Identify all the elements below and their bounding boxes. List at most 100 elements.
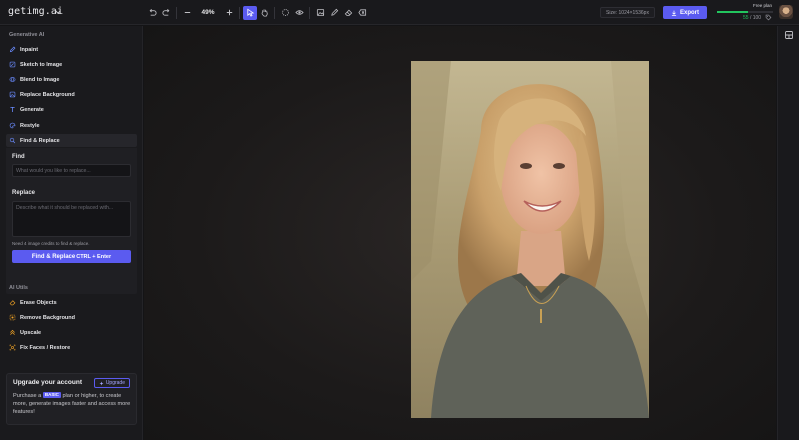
chevron-down-icon[interactable] — [54, 8, 62, 16]
text-icon — [10, 107, 15, 112]
ai-utils-title: AI Utils — [9, 285, 28, 291]
sidebar-item-label: Inpaint — [20, 46, 39, 53]
sidebar-item-label: Fix Faces / Restore — [20, 344, 71, 351]
layers-panel-icon[interactable] — [784, 30, 794, 40]
sidebar-item-fix-faces[interactable]: Fix Faces / Restore — [6, 341, 137, 354]
history-controls: 49% — [145, 5, 369, 20]
sidebar-item-inpaint[interactable]: Inpaint — [6, 43, 137, 56]
image-size-chip: Size: 1024×1536px — [600, 7, 655, 18]
undo-icon — [149, 9, 157, 16]
find-label: Find — [12, 154, 25, 160]
upscale-icon — [10, 329, 15, 335]
clear-button[interactable] — [355, 6, 369, 20]
search-replace-icon — [9, 137, 16, 144]
sidebar-item-label: Upscale — [20, 329, 42, 336]
find-input[interactable]: What would you like to replace... — [12, 164, 131, 177]
blend-icon — [9, 77, 16, 82]
plus-icon — [226, 9, 232, 16]
toolbar-divider — [309, 6, 310, 19]
keyboard-shortcut: CTRL + Enter — [76, 253, 112, 260]
sidebar-item-find-and-replace[interactable]: Find & Replace — [6, 134, 137, 147]
zoom-in-button[interactable] — [222, 6, 236, 20]
credits-progress-bar — [717, 11, 773, 13]
plan-usage: Free plan 55 / 100 — [717, 3, 773, 23]
top-bar: getimg.ai 49% Size: 1024×1536px Export F… — [0, 0, 799, 25]
basic-plan-badge: BASIC — [42, 392, 61, 398]
sidebar-item-label: Find & Replace — [20, 137, 60, 144]
sidebar-item-upscale[interactable]: Upscale — [6, 326, 137, 339]
toolbar-divider — [239, 6, 240, 19]
canvas-image[interactable] — [411, 61, 649, 418]
sidebar-item-label: Erase Objects — [20, 299, 57, 306]
sidebar-item-label: Restyle — [20, 122, 40, 129]
eraser-icon — [344, 9, 352, 17]
find-replace-button[interactable]: Find & Replace CTRL + Enter — [12, 250, 131, 263]
upgrade-title: Upgrade your account — [13, 379, 82, 386]
sidebar-item-label: Remove Background — [20, 314, 76, 321]
image-tool-button[interactable] — [313, 6, 327, 20]
image-icon — [9, 91, 16, 98]
upgrade-button[interactable]: Upgrade — [93, 378, 130, 388]
pencil-icon — [330, 8, 338, 16]
face-icon — [9, 344, 16, 351]
right-rail — [777, 26, 799, 440]
sidebar-item-restyle[interactable]: Restyle — [6, 119, 137, 132]
visibility-button[interactable] — [292, 6, 306, 20]
pen-icon — [9, 46, 16, 53]
generative-ai-title: Generative AI — [9, 32, 45, 38]
tag-icon[interactable] — [765, 14, 772, 21]
eraser-tool-button[interactable] — [341, 6, 355, 20]
redo-button[interactable] — [159, 6, 173, 20]
replace-input[interactable]: Describe what it should be replaced with… — [12, 201, 131, 237]
sketch-icon — [9, 61, 16, 68]
dotted-circle-icon — [281, 9, 289, 16]
sidebar: Generative AI Inpaint Sketch to Image Bl… — [0, 26, 143, 440]
credits-count: 55 / 100 — [743, 15, 761, 21]
toolbar-divider — [176, 6, 177, 19]
avatar[interactable] — [779, 5, 793, 19]
sidebar-item-label: Sketch to Image — [20, 61, 63, 68]
sidebar-item-label: Generate — [20, 106, 44, 113]
sidebar-item-blend-to-image[interactable]: Blend to Image — [6, 73, 137, 86]
zoom-out-button[interactable] — [180, 6, 194, 20]
cursor-icon — [246, 8, 254, 17]
plan-label: Free plan — [752, 3, 772, 8]
sidebar-item-label: Replace Background — [20, 91, 75, 98]
upgrade-text-before: Purchase a — [13, 393, 42, 399]
minus-icon — [184, 12, 190, 13]
undo-button[interactable] — [145, 6, 159, 20]
toolbar-divider — [274, 6, 275, 19]
sidebar-item-label: Blend to Image — [20, 76, 60, 83]
sidebar-item-generate[interactable]: Generate — [6, 103, 137, 116]
find-replace-button-label: Find & Replace — [31, 253, 76, 260]
credits-total: / 100 — [749, 15, 762, 21]
brush-tool-button[interactable] — [327, 6, 341, 20]
download-icon — [671, 10, 677, 16]
sidebar-item-erase-objects[interactable]: Erase Objects — [6, 296, 137, 309]
image-icon — [316, 8, 324, 17]
credits-used: 55 — [743, 15, 749, 21]
sparkle-icon — [99, 381, 104, 385]
credits-progress-fill — [717, 11, 748, 13]
upgrade-description: Purchase a BASIC plan or higher, to crea… — [13, 392, 133, 416]
zoom-level: 49% — [201, 9, 215, 16]
credits-note: Need 4 image credits to find & replace. — [12, 241, 90, 246]
redo-icon — [161, 9, 169, 16]
replace-label: Replace — [12, 190, 36, 196]
pan-tool-button[interactable] — [257, 6, 271, 20]
eye-icon — [294, 10, 304, 15]
lasso-tool-button[interactable] — [278, 6, 292, 20]
find-replace-panel: Find What would you like to replace... R… — [6, 148, 137, 294]
sidebar-item-sketch-to-image[interactable]: Sketch to Image — [6, 58, 137, 71]
remove-bg-icon — [9, 314, 16, 321]
palette-icon — [9, 122, 16, 129]
upgrade-button-label: Upgrade — [105, 380, 125, 386]
sidebar-item-replace-background[interactable]: Replace Background — [6, 88, 137, 101]
sidebar-item-remove-background[interactable]: Remove Background — [6, 311, 137, 324]
export-label: Export — [679, 9, 699, 16]
select-tool-button[interactable] — [243, 5, 257, 20]
export-button[interactable]: Export — [663, 6, 707, 19]
eraser-icon — [9, 300, 16, 306]
backspace-icon — [357, 9, 366, 16]
upgrade-card: Upgrade your account Upgrade Purchase a … — [6, 373, 137, 425]
